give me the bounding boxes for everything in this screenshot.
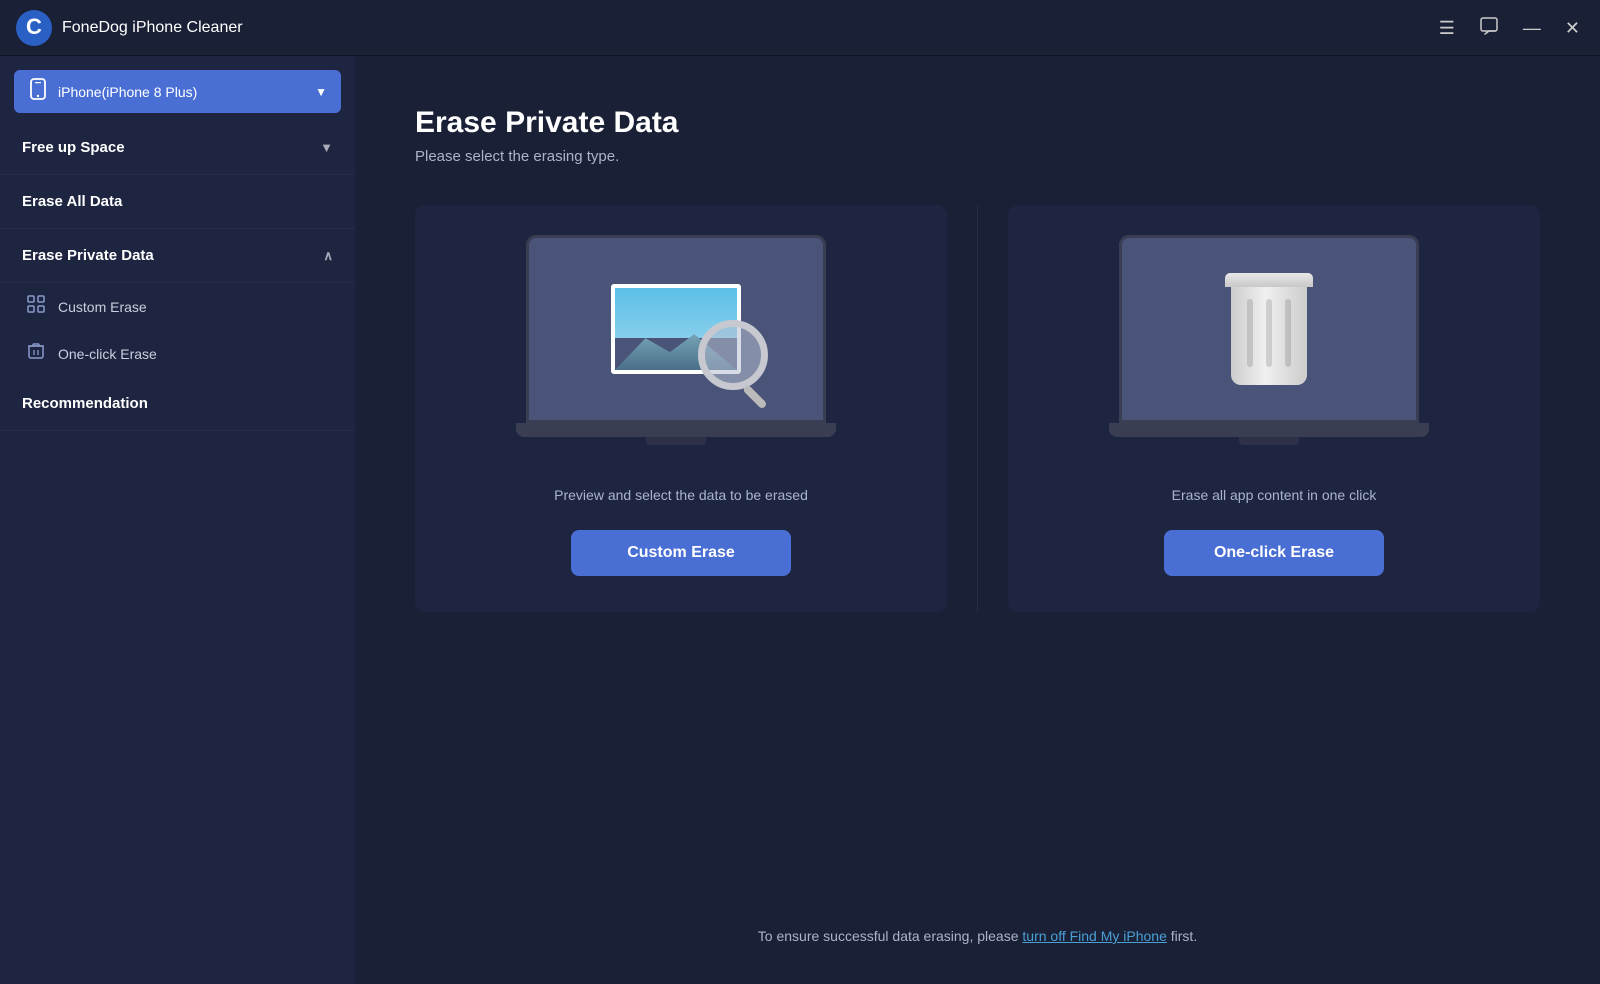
menu-button[interactable]: ☰	[1435, 15, 1459, 41]
one-click-erase-label: One-click Erase	[58, 346, 157, 362]
trash-icon	[26, 342, 46, 365]
app-title: FoneDog iPhone Cleaner	[62, 19, 1435, 37]
card-divider	[977, 205, 978, 612]
sidebar-free-up-space-label: Free up Space	[22, 139, 125, 156]
sidebar: iPhone(iPhone 8 Plus) ▼ Free up Space ▼ …	[0, 56, 355, 984]
custom-erase-illustration	[521, 235, 841, 455]
one-click-erase-illustration	[1114, 235, 1434, 455]
sidebar-item-erase-private-data[interactable]: Erase Private Data ∧	[0, 229, 355, 283]
bottom-note-text2: first.	[1167, 928, 1197, 944]
minimize-button[interactable]: —	[1519, 15, 1545, 41]
grid-icon	[26, 295, 46, 318]
content-area: Erase Private Data Please select the era…	[355, 56, 1600, 984]
sidebar-item-recommendation[interactable]: Recommendation	[0, 377, 355, 431]
one-click-erase-description: Erase all app content in one click	[1172, 485, 1377, 506]
bottom-note: To ensure successful data erasing, pleas…	[415, 928, 1540, 944]
device-icon	[28, 78, 48, 105]
sidebar-erase-all-data-label: Erase All Data	[22, 193, 122, 210]
app-logo: C	[16, 10, 52, 46]
device-name: iPhone(iPhone 8 Plus)	[58, 84, 305, 100]
main-layout: iPhone(iPhone 8 Plus) ▼ Free up Space ▼ …	[0, 56, 1600, 984]
one-click-erase-card: Erase all app content in one click One-c…	[1008, 205, 1540, 612]
free-up-space-arrow-icon: ▼	[320, 140, 333, 155]
sidebar-item-one-click-erase[interactable]: One-click Erase	[0, 330, 355, 377]
sidebar-erase-private-data-label: Erase Private Data	[22, 247, 154, 264]
sidebar-section-recommendation: Recommendation	[0, 377, 355, 431]
custom-erase-button[interactable]: Custom Erase	[571, 530, 791, 576]
erase-private-data-arrow-icon: ∧	[323, 248, 333, 264]
find-my-iphone-link[interactable]: turn off Find My iPhone	[1022, 928, 1166, 944]
sidebar-item-free-up-space[interactable]: Free up Space ▼	[0, 121, 355, 175]
one-click-erase-button[interactable]: One-click Erase	[1164, 530, 1384, 576]
page-title: Erase Private Data	[415, 106, 1540, 140]
page-subtitle: Please select the erasing type.	[415, 148, 1540, 165]
svg-text:C: C	[26, 14, 42, 39]
sidebar-section-erase-all-data: Erase All Data	[0, 175, 355, 229]
custom-erase-card: Preview and select the data to be erased…	[415, 205, 947, 612]
custom-erase-label: Custom Erase	[58, 299, 147, 315]
sidebar-section-free-up-space: Free up Space ▼	[0, 121, 355, 175]
close-button[interactable]: ✕	[1561, 15, 1584, 41]
sidebar-section-erase-private-data: Erase Private Data ∧ Custom Erase	[0, 229, 355, 377]
window-controls: ☰ — ✕	[1435, 12, 1584, 43]
sidebar-recommendation-label: Recommendation	[22, 395, 148, 412]
sidebar-item-custom-erase[interactable]: Custom Erase	[0, 283, 355, 330]
device-chevron-icon: ▼	[315, 85, 327, 99]
device-selector[interactable]: iPhone(iPhone 8 Plus) ▼	[14, 70, 341, 113]
erase-cards-row: Preview and select the data to be erased…	[415, 205, 1540, 612]
custom-erase-description: Preview and select the data to be erased	[554, 485, 808, 506]
chat-button[interactable]	[1475, 12, 1503, 43]
sidebar-item-erase-all-data[interactable]: Erase All Data	[0, 175, 355, 229]
bottom-note-text1: To ensure successful data erasing, pleas…	[758, 928, 1023, 944]
title-bar: C FoneDog iPhone Cleaner ☰ — ✕	[0, 0, 1600, 56]
